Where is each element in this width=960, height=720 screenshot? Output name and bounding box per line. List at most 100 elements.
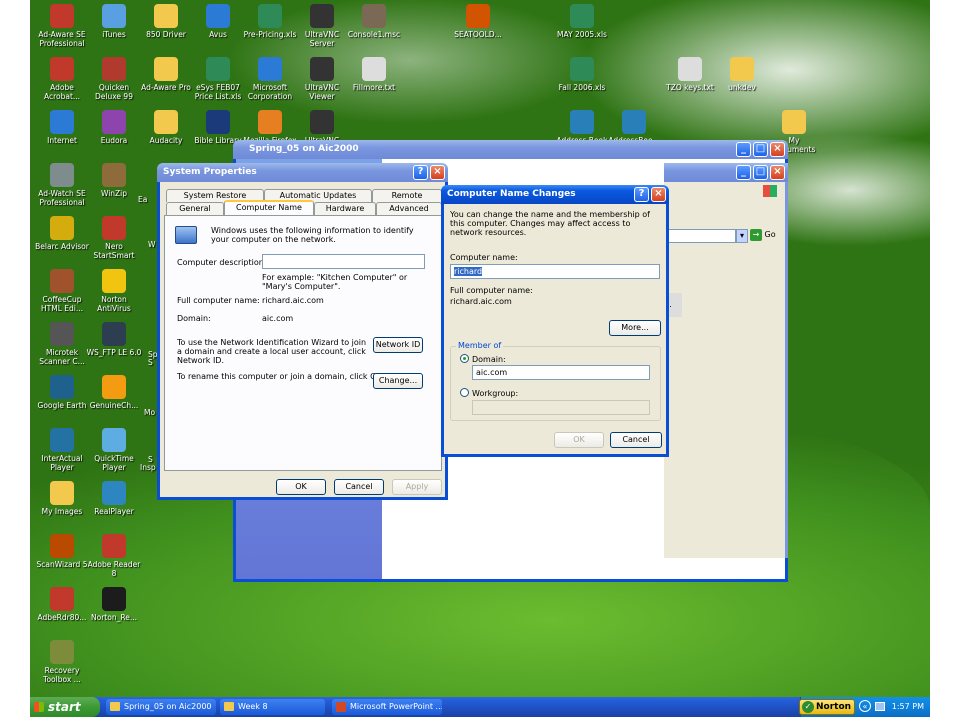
desktop-icon[interactable]: Nero StartSmart bbox=[86, 216, 142, 260]
desktop-icon[interactable]: WS_FTP LE 6.0 bbox=[86, 322, 142, 357]
desktop-icon[interactable]: MAY 2005.xls bbox=[554, 4, 610, 39]
desktop-icon[interactable]: TZO keys.txt bbox=[662, 57, 718, 92]
desktop-icon-label: My Images bbox=[41, 507, 83, 516]
apply-button[interactable]: Apply bbox=[392, 479, 442, 495]
desktop-icon[interactable]: My Images bbox=[34, 481, 90, 516]
vnc-icon bbox=[310, 4, 334, 28]
domain-radio[interactable] bbox=[460, 354, 469, 363]
tray-arrow-icon[interactable]: « bbox=[859, 700, 871, 712]
recovery-icon bbox=[50, 640, 74, 664]
workgroup-radio[interactable] bbox=[460, 388, 469, 397]
desktop-icon[interactable]: Ad-Aware SE Professional bbox=[34, 4, 90, 48]
workgroup-input[interactable] bbox=[472, 400, 650, 415]
desktop-icon[interactable]: eSys FEB07 Price List.xls bbox=[190, 57, 246, 101]
cancel-button[interactable]: Cancel bbox=[610, 432, 662, 448]
system-properties-titlebar[interactable]: System Properties ? × bbox=[157, 163, 448, 182]
desktop-icon[interactable]: 850 Driver bbox=[138, 4, 194, 39]
desktop-icon[interactable]: AdbeRdr80... bbox=[34, 587, 90, 622]
maximize-button[interactable]: □ bbox=[753, 142, 768, 157]
task-powerpoint[interactable]: Microsoft PowerPoint ... bbox=[332, 699, 442, 715]
help-button[interactable]: ? bbox=[413, 165, 428, 180]
start-button[interactable]: start bbox=[30, 697, 100, 717]
tab-remote[interactable]: Remote bbox=[372, 189, 442, 202]
more-button[interactable]: More... bbox=[609, 320, 661, 336]
spring-window-titlebar[interactable]: Spring_05 on Aic2000 _ □ × bbox=[233, 140, 788, 159]
desktop-icon[interactable]: Microsoft Corporation bbox=[242, 57, 298, 101]
minimize-button[interactable]: _ bbox=[736, 142, 751, 157]
change-button[interactable]: Change... bbox=[373, 373, 423, 389]
desktop-icon[interactable]: Eudora bbox=[86, 110, 142, 145]
ok-button[interactable]: OK bbox=[276, 479, 326, 495]
computer-description-input[interactable] bbox=[262, 254, 425, 269]
desktop-icon[interactable]: Google Earth bbox=[34, 375, 90, 410]
address-bar[interactable] bbox=[664, 229, 736, 243]
inner-window[interactable]: _ □ × ▾ → Go ... bbox=[664, 163, 788, 558]
address-dropdown-icon[interactable]: ▾ bbox=[736, 229, 748, 243]
network-id-button[interactable]: Network ID bbox=[373, 337, 423, 353]
desktop-icon[interactable]: iTunes bbox=[86, 4, 142, 39]
desktop-icon[interactable]: unkdev bbox=[714, 57, 770, 92]
text-file-icon bbox=[362, 57, 386, 81]
desktop-icon[interactable]: Adobe Reader 8 bbox=[86, 534, 142, 578]
desktop-icon[interactable]: Console1.msc bbox=[346, 4, 402, 39]
close-button[interactable]: × bbox=[770, 142, 785, 157]
clock[interactable]: 1:57 PM bbox=[892, 702, 924, 711]
desktop-icon[interactable]: Avus bbox=[190, 4, 246, 39]
desktop-icon[interactable]: WinZip bbox=[86, 163, 142, 198]
desktop-icon[interactable]: Recovery Toolbox ... bbox=[34, 640, 90, 684]
desktop-icon[interactable]: SEATOOLD... bbox=[450, 4, 506, 39]
network-icon[interactable] bbox=[875, 702, 885, 711]
desktop-icon[interactable]: Belarc Advisor bbox=[34, 216, 90, 251]
desktop-icon-label: Ad-Aware SE Professional bbox=[38, 30, 86, 48]
text-file-icon bbox=[678, 57, 702, 81]
domain-input[interactable]: aic.com bbox=[472, 365, 650, 380]
desktop-icon[interactable]: Ad-Watch SE Professional bbox=[34, 163, 90, 207]
desktop-icon-label: Norton_Re... bbox=[91, 613, 137, 622]
inner-window-titlebar[interactable]: _ □ × bbox=[664, 163, 788, 182]
desktop-icon[interactable]: Norton_Re... bbox=[86, 587, 142, 622]
close-button[interactable]: × bbox=[651, 187, 666, 202]
computer-name-changes-dialog[interactable]: Computer Name Changes ? × You can change… bbox=[441, 185, 669, 457]
desktop-icon[interactable]: CoffeeCup HTML Edi... bbox=[34, 269, 90, 313]
desktop-icon[interactable]: Ad-Aware Pro bbox=[138, 57, 194, 92]
desktop-icon[interactable]: Internet bbox=[34, 110, 90, 145]
ok-button[interactable]: OK bbox=[554, 432, 604, 448]
desktop-icon[interactable]: GenuineCh... bbox=[86, 375, 142, 410]
desktop-icon[interactable]: QuickTime Player bbox=[86, 428, 142, 472]
task-spring[interactable]: Spring_05 on Aic2000 bbox=[106, 699, 216, 715]
acrobat-icon bbox=[102, 534, 126, 558]
desktop-icon[interactable]: Microtek Scanner C... bbox=[34, 322, 90, 366]
folder-icon bbox=[50, 481, 74, 505]
tab-general[interactable]: General bbox=[166, 202, 224, 215]
close-button[interactable]: × bbox=[430, 165, 445, 180]
go-button[interactable]: → Go bbox=[750, 229, 780, 243]
desktop-icon[interactable]: Pre-Pricing.xls bbox=[242, 4, 298, 39]
desktop-icon[interactable]: Norton AntiVirus bbox=[86, 269, 142, 313]
computer-name-changes-titlebar[interactable]: Computer Name Changes ? × bbox=[441, 185, 669, 204]
minimize-button[interactable]: _ bbox=[736, 165, 751, 180]
help-button[interactable]: ? bbox=[634, 187, 649, 202]
desktop-icon[interactable]: Fillmore.txt bbox=[346, 57, 402, 92]
desktop-icon[interactable]: Audacity bbox=[138, 110, 194, 145]
tab-hardware[interactable]: Hardware bbox=[314, 202, 376, 215]
task-week-8[interactable]: Week 8 bbox=[220, 699, 325, 715]
taskbar: start Spring_05 on Aic2000 Week 8 Micros… bbox=[30, 697, 930, 717]
domain-label: Domain: bbox=[177, 314, 211, 323]
tab-computer-name[interactable]: Computer Name bbox=[224, 200, 314, 215]
desktop-icon[interactable]: Quicken Deluxe 99 bbox=[86, 57, 142, 101]
desktop-icon-label: GenuineCh... bbox=[89, 401, 139, 410]
desktop-icon[interactable]: InterActual Player bbox=[34, 428, 90, 472]
tab-advanced[interactable]: Advanced bbox=[376, 202, 442, 215]
desktop-icon[interactable]: RealPlayer bbox=[86, 481, 142, 516]
maximize-button[interactable]: □ bbox=[753, 165, 768, 180]
desktop-icon[interactable]: UltraVNC Server bbox=[294, 4, 350, 48]
desktop-icon[interactable]: Fall 2006.xls bbox=[554, 57, 610, 92]
computer-name-input[interactable]: richard bbox=[450, 264, 660, 279]
cancel-button[interactable]: Cancel bbox=[334, 479, 384, 495]
desktop-icon[interactable]: ScanWizard 5 bbox=[34, 534, 90, 569]
norton-button[interactable]: ✓ Norton bbox=[799, 699, 855, 715]
desktop-icon[interactable]: UltraVNC Viewer bbox=[294, 57, 350, 101]
system-properties-dialog[interactable]: System Properties ? × System Restore Aut… bbox=[157, 163, 448, 500]
close-button[interactable]: × bbox=[770, 165, 785, 180]
desktop-icon[interactable]: Adobe Acrobat... bbox=[34, 57, 90, 101]
